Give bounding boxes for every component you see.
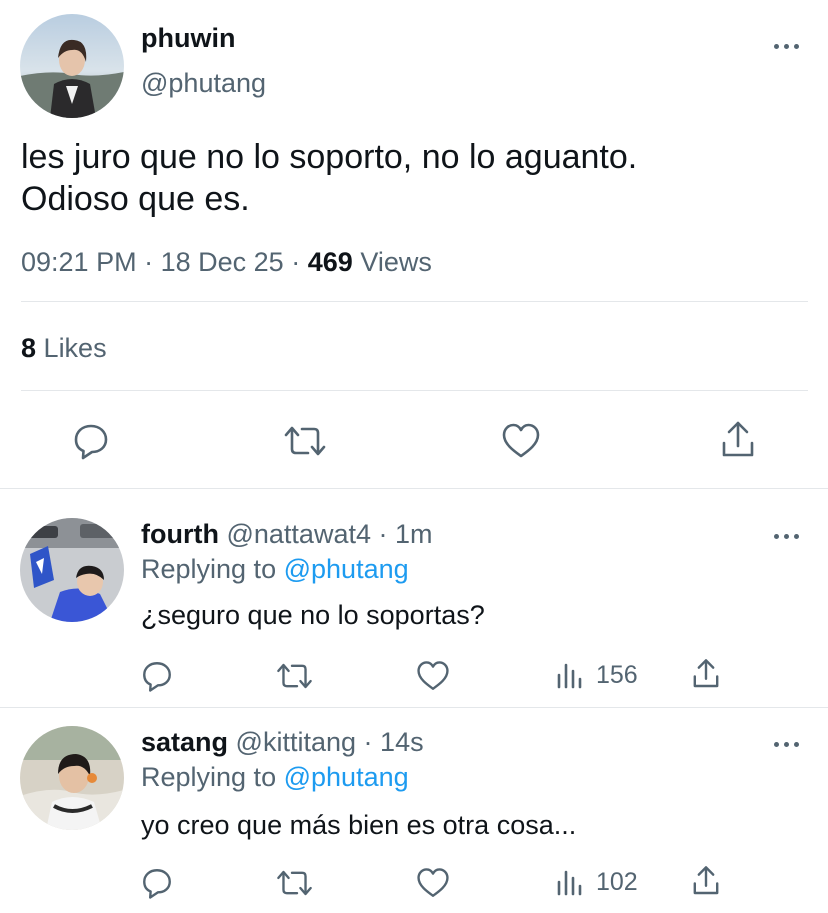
views-count: 469 — [307, 247, 353, 277]
more-options-icon[interactable] — [774, 532, 800, 540]
reply-icon[interactable] — [140, 866, 174, 900]
share-icon[interactable] — [718, 419, 758, 461]
divider — [21, 390, 808, 391]
replying-to: Replying to @phutang — [141, 761, 409, 793]
reply-header: satang @kittitang · 14s — [141, 726, 424, 758]
reply-time[interactable]: 1m — [395, 519, 433, 549]
likes-link[interactable]: 8 Likes — [21, 332, 107, 364]
share-icon[interactable] — [690, 657, 722, 691]
section-divider — [0, 707, 828, 708]
views-label: Views — [360, 247, 432, 277]
avatar[interactable] — [20, 14, 124, 118]
tweet-text-line2: Odioso que es. — [21, 180, 250, 218]
meta-separator: · — [363, 727, 373, 757]
avatar[interactable] — [20, 518, 124, 622]
reply-header: fourth @nattawat4 · 1m — [141, 518, 433, 550]
more-options-icon[interactable] — [774, 740, 800, 748]
likes-label: Likes — [43, 333, 107, 363]
reply-icon[interactable] — [71, 421, 111, 461]
replying-to-handle[interactable]: @phutang — [284, 762, 409, 792]
meta-separator: · — [378, 519, 388, 549]
replying-to-label: Replying to — [141, 762, 277, 792]
tweet-meta: 09:21 PM · 18 Dec 25 · 469 Views — [21, 246, 432, 278]
reply-text: ¿seguro que no lo soportas? — [141, 600, 485, 630]
meta-separator: · — [144, 247, 154, 277]
likes-count: 8 — [21, 333, 37, 363]
tweet-time[interactable]: 09:21 PM — [21, 247, 137, 277]
retweet-icon[interactable] — [275, 866, 314, 900]
replying-to-handle[interactable]: @phutang — [284, 554, 409, 584]
tweet-text-line1: les juro que no lo soporto, no lo aguant… — [21, 138, 638, 176]
reply-time[interactable]: 14s — [380, 727, 424, 757]
retweet-icon[interactable] — [282, 421, 328, 461]
divider — [21, 301, 808, 302]
reply-text: yo creo que más bien es otra cosa... — [141, 810, 577, 840]
author-name[interactable]: fourth — [141, 519, 219, 549]
reply-icon[interactable] — [140, 659, 174, 693]
like-icon[interactable] — [500, 421, 542, 461]
views-count: 156 — [596, 661, 638, 689]
section-divider — [0, 488, 828, 489]
analytics-icon — [556, 661, 584, 689]
meta-separator: · — [291, 247, 301, 277]
avatar[interactable] — [20, 726, 124, 830]
more-options-icon[interactable] — [774, 42, 800, 50]
retweet-icon[interactable] — [275, 659, 314, 693]
replying-to-label: Replying to — [141, 554, 277, 584]
author-name[interactable]: satang — [141, 727, 228, 757]
tweet-date[interactable]: 18 Dec 25 — [161, 247, 284, 277]
like-icon[interactable] — [415, 659, 451, 693]
author-name[interactable]: phuwin — [141, 22, 235, 54]
author-handle[interactable]: @phutang — [141, 67, 266, 99]
views-count: 102 — [596, 868, 638, 896]
author-handle[interactable]: @nattawat4 — [226, 519, 371, 549]
share-icon[interactable] — [690, 864, 722, 898]
author-handle[interactable]: @kittitang — [236, 727, 356, 757]
analytics-icon — [556, 868, 584, 896]
replying-to: Replying to @phutang — [141, 553, 409, 585]
like-icon[interactable] — [415, 866, 451, 900]
